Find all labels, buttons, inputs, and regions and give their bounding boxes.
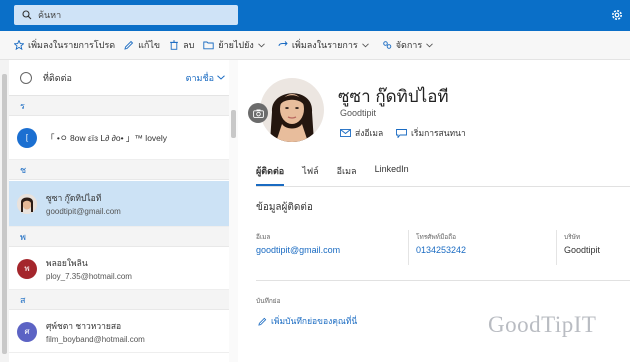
tab-divider — [256, 186, 630, 187]
start-chat-button[interactable]: เริ่มการสนทนา — [396, 126, 466, 140]
chevron-down-icon — [257, 42, 265, 47]
pencil-icon — [258, 317, 267, 326]
divider — [556, 230, 557, 265]
search-placeholder: ค้นหา — [38, 10, 62, 20]
mail-icon — [340, 129, 351, 137]
divider — [408, 230, 409, 265]
manage-icon — [382, 41, 391, 49]
list-item[interactable]: ศ ศุพ์ชตา ชาวหวายสอ film_boyband@hotmail… — [9, 311, 229, 353]
move-to-button[interactable]: ย้ายไปยัง — [203, 38, 269, 52]
scroll-thumb[interactable] — [231, 110, 236, 138]
add-note-button[interactable]: เพิ่มบันทึกย่อของคุณที่นี่ — [258, 314, 357, 328]
tab-email[interactable]: อีเมล — [337, 164, 357, 186]
list-item[interactable]: พ พลอยใพลิน ploy_7.35@hotmail.com — [9, 248, 229, 290]
send-email-button[interactable]: ส่งอีเมล — [340, 126, 383, 140]
group-header: ส — [9, 290, 229, 310]
search-box[interactable]: ค้นหา — [14, 5, 238, 25]
mobile-field: โทรศัพท์มือถือ 0134253242 — [416, 234, 467, 255]
add-to-favorites-button[interactable]: เพิ่มลงในรายการโปรด — [14, 38, 115, 52]
manage-button[interactable]: จัดการ — [382, 38, 437, 52]
edit-button[interactable]: แก้ไข — [124, 38, 160, 52]
list-item[interactable]: ซูซา กู๊ดทิปไอที goodtipit@gmail.com — [9, 181, 229, 227]
company-value: Goodtipit — [564, 245, 601, 255]
contact-name: ซูซา กู๊ดทิปไอที — [46, 193, 102, 203]
folder-move-icon — [203, 41, 214, 50]
sort-dropdown[interactable]: ตามชื่อ — [186, 71, 225, 85]
group-header: ร — [9, 96, 229, 116]
chat-icon — [396, 128, 407, 138]
left-scrollbar[interactable] — [0, 60, 9, 362]
contact-name: พลอยใพลิน — [46, 258, 88, 268]
command-toolbar: เพิ่มลงในรายการโปรด แก้ไข ลบ ย้ายไปยัง เ… — [0, 31, 630, 60]
notes-label: บันทึกย่อ — [256, 298, 281, 305]
trash-icon — [170, 40, 179, 50]
contact-email: goodtipit@gmail.com — [46, 207, 121, 216]
avatar: [ — [17, 127, 37, 148]
section-title: ข้อมูลผู้ติดต่อ — [256, 202, 313, 213]
scroll-thumb[interactable] — [2, 74, 7, 354]
top-bar: ค้นหา — [0, 0, 630, 31]
list-header: ที่ติดต่อ ตามชื่อ — [9, 60, 229, 96]
detail-tabs: ผู้ติดต่อ ไฟล์ อีเมล LinkedIn — [256, 164, 427, 186]
email-link[interactable]: goodtipit@gmail.com — [256, 245, 340, 255]
avatar: พ — [17, 258, 37, 279]
company-field: บริษัท Goodtipit — [564, 234, 601, 255]
chevron-down-icon — [217, 75, 225, 80]
profile-photo — [260, 78, 324, 142]
contact-company: Goodtipit — [340, 108, 377, 118]
contact-name: ศุพ์ชตา ชาวหวายสอ — [46, 321, 122, 331]
gear-icon[interactable] — [610, 8, 624, 22]
watermark: GoodTipIT — [488, 312, 597, 337]
contact-name: 「 •ㅇ 8ow εïɜ L∂ ∂o• 」™ lovely — [46, 132, 168, 143]
group-header: ช — [9, 160, 229, 180]
contact-list-pane: ที่ติดต่อ ตามชื่อ ร [ 「 •ㅇ 8ow εïɜ L∂ ∂o… — [0, 60, 238, 362]
camera-icon[interactable] — [248, 103, 268, 123]
contact-email: film_boyband@hotmail.com — [46, 335, 145, 344]
chevron-down-icon — [426, 42, 434, 47]
list-scrollbar[interactable] — [229, 60, 238, 362]
email-field: อีเมล goodtipit@gmail.com — [256, 234, 341, 255]
list-item[interactable]: [ 「 •ㅇ 8ow εïɜ L∂ ∂o• 」™ lovely — [9, 116, 229, 160]
divider — [256, 280, 630, 281]
tab-files[interactable]: ไฟล์ — [302, 164, 318, 186]
add-to-list-button[interactable]: เพิ่มลงในรายการ — [278, 38, 373, 52]
group-header: พ — [9, 227, 229, 247]
select-all-checkbox[interactable] — [20, 71, 32, 84]
star-icon — [14, 40, 24, 50]
chevron-down-icon — [361, 42, 369, 47]
tab-contact[interactable]: ผู้ติดต่อ — [256, 164, 285, 186]
avatar: ศ — [17, 321, 37, 342]
contact-email: ploy_7.35@hotmail.com — [46, 272, 132, 281]
contact-display-name: ซูซา กู๊ดทิปไอที — [338, 87, 449, 106]
tab-linkedin[interactable]: LinkedIn — [375, 164, 409, 186]
add-to-list-icon — [278, 41, 288, 47]
list-title: ที่ติดต่อ — [43, 72, 72, 83]
pencil-icon — [124, 40, 134, 50]
search-icon — [22, 10, 32, 20]
delete-button[interactable]: ลบ — [169, 38, 194, 52]
avatar — [17, 193, 37, 214]
phone-link[interactable]: 0134253242 — [416, 245, 466, 255]
